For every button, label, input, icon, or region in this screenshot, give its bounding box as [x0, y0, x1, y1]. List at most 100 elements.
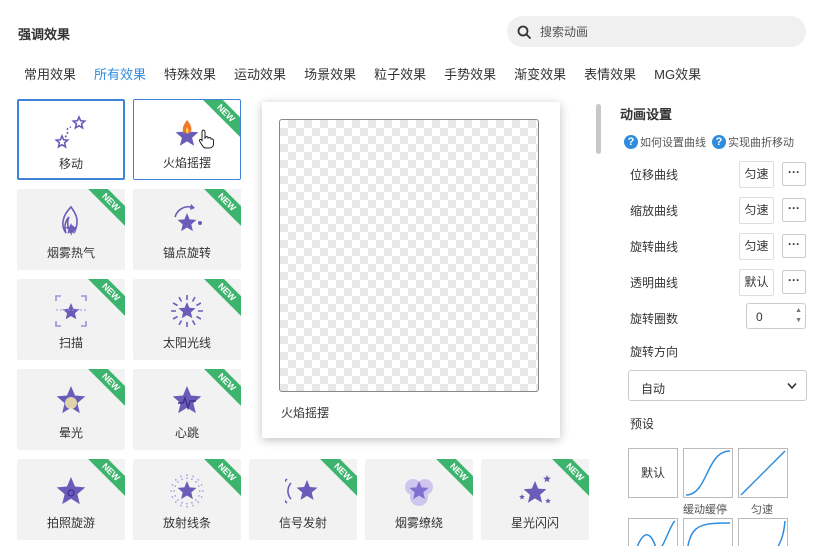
camera-star-icon	[56, 477, 86, 505]
curve-label: 旋转曲线	[630, 240, 679, 254]
curve-value-button[interactable]: 默认	[739, 269, 774, 296]
effect-card[interactable]: 火焰摇摆 NEW	[133, 99, 241, 180]
new-badge: NEW	[84, 459, 125, 499]
wave-curve-icon	[636, 520, 676, 546]
effect-card[interactable]: 移动	[17, 99, 125, 180]
effect-card[interactable]: 心跳 NEW	[133, 369, 241, 450]
effect-label: 信号发射	[278, 516, 327, 530]
effect-card[interactable]: 拍照旋游 NEW	[17, 459, 125, 540]
effect-card[interactable]: 锚点旋转 NEW	[133, 189, 241, 270]
effect-label: 锚点旋转	[162, 246, 211, 260]
stepper-arrows-icon[interactable]: ▲ ▼	[795, 306, 802, 326]
effect-label: 移动	[58, 157, 83, 171]
tab-6[interactable]: 手势效果	[444, 64, 496, 83]
smoke-cloud-star-icon	[405, 479, 433, 506]
rotation-direction-value: 自动	[641, 382, 666, 396]
tab-1[interactable]: 所有效果	[94, 64, 146, 83]
new-badge: NEW	[200, 459, 241, 499]
new-badge: NEW	[200, 369, 241, 409]
effect-label: 心跳	[174, 426, 199, 440]
ease-out-curve-icon	[687, 522, 731, 546]
hand-cursor-icon	[198, 129, 214, 149]
effect-card[interactable]: 星光闪闪 NEW	[481, 459, 589, 540]
question-icon: ?	[624, 135, 638, 149]
preview-canvas	[279, 119, 539, 392]
tab-5[interactable]: 粒子效果	[374, 64, 426, 83]
chevron-down-icon	[787, 382, 797, 390]
preset-default-label: 默认	[640, 466, 665, 480]
help-link-curve[interactable]: ? 如何设置曲线	[624, 134, 706, 150]
effect-card[interactable]: 太阳光线 NEW	[133, 279, 241, 360]
halo-star-icon	[56, 386, 86, 414]
signal-star-icon	[285, 478, 318, 504]
effect-card[interactable]: 烟雾热气 NEW	[17, 189, 125, 270]
effect-label: 烟雾缭绕	[394, 516, 443, 530]
new-badge: NEW	[84, 279, 125, 319]
rotation-direction-select[interactable]: 自动	[628, 370, 807, 401]
preset-label: 预设	[630, 417, 655, 431]
effect-label: 太阳光线	[162, 336, 211, 350]
tab-3[interactable]: 运动效果	[234, 64, 286, 83]
smoke-flame-icon	[62, 205, 78, 236]
tab-2[interactable]: 特殊效果	[164, 64, 216, 83]
effect-label: 晕光	[58, 426, 83, 440]
tab-4[interactable]: 场景效果	[304, 64, 356, 83]
preset-wave[interactable]	[628, 518, 678, 546]
preset-linear-caption: 匀速	[751, 504, 773, 516]
tab-7[interactable]: 渐变效果	[514, 64, 566, 83]
help-link-label: 如何设置曲线	[640, 137, 706, 149]
more-options-button[interactable]: ···	[782, 270, 806, 294]
sun-rays-star-icon	[171, 295, 203, 327]
animation-settings-panel: 动画设置 ? 如何设置曲线 ? 实现曲折移动 位移曲线 匀速 ··· 缩放曲线 匀速 ··· 旋…	[620, 0, 815, 546]
new-badge: NEW	[432, 459, 473, 499]
rotation-count-stepper[interactable]: 0 ▲ ▼	[746, 303, 806, 329]
curve-value-button[interactable]: 匀速	[739, 233, 774, 260]
effect-card[interactable]: 烟雾缭绕 NEW	[365, 459, 473, 540]
preview-label: 火焰摇摆	[281, 406, 330, 420]
anchor-rotate-star-icon	[174, 204, 202, 232]
curve-value-button[interactable]: 匀速	[739, 197, 774, 224]
effect-card[interactable]: 信号发射 NEW	[249, 459, 357, 540]
preset-ease-out[interactable]	[683, 518, 733, 546]
grid-scrollbar[interactable]	[596, 104, 601, 154]
settings-title: 动画设置	[620, 107, 673, 122]
new-badge: NEW	[548, 459, 589, 499]
preset-ease-in[interactable]	[738, 518, 788, 546]
more-options-button[interactable]: ···	[782, 162, 806, 186]
effect-card[interactable]: 扫描 NEW	[17, 279, 125, 360]
rotation-direction-label: 旋转方向	[630, 345, 679, 359]
effect-label: 星光闪闪	[510, 516, 559, 530]
linear-curve-icon	[740, 450, 786, 496]
new-badge: NEW	[84, 189, 125, 229]
effect-card[interactable]: 晕光 NEW	[17, 369, 125, 450]
more-options-button[interactable]: ···	[782, 234, 806, 258]
effect-preview-popup: 火焰摇摆	[262, 102, 560, 438]
help-link-zigzag[interactable]: ? 实现曲折移动	[712, 134, 794, 150]
preset-linear[interactable]	[738, 448, 788, 498]
effect-card[interactable]: 放射线条 NEW	[133, 459, 241, 540]
sparkle-star-icon	[519, 475, 551, 504]
heartbeat-star-icon	[172, 386, 202, 414]
effect-label: 火焰摇摆	[162, 156, 211, 170]
new-badge: NEW	[84, 369, 125, 409]
effect-label: 拍照旋游	[46, 516, 95, 530]
curve-value-button[interactable]: 匀速	[739, 161, 774, 188]
preset-ease-in-out[interactable]	[683, 448, 733, 498]
tab-0[interactable]: 常用效果	[24, 64, 76, 83]
effect-label: 扫描	[58, 336, 83, 350]
scan-star-icon	[55, 295, 87, 327]
rotation-count-label: 旋转圈数	[630, 312, 679, 326]
preset-default[interactable]: 默认	[628, 448, 678, 498]
effect-label: 放射线条	[162, 516, 211, 530]
ease-in-out-curve-icon	[685, 450, 731, 496]
curve-label: 缩放曲线	[630, 204, 679, 218]
help-link-label: 实现曲折移动	[728, 137, 794, 149]
more-options-button[interactable]: ···	[782, 198, 806, 222]
ease-in-curve-icon	[777, 520, 786, 546]
new-badge: NEW	[200, 189, 241, 229]
preset-ease-caption: 缓动缓停	[683, 504, 727, 516]
rotation-count-value: 0	[756, 310, 763, 324]
curve-label: 位移曲线	[630, 168, 679, 182]
new-badge: NEW	[316, 459, 357, 499]
panel-title: 强调效果	[18, 27, 71, 42]
